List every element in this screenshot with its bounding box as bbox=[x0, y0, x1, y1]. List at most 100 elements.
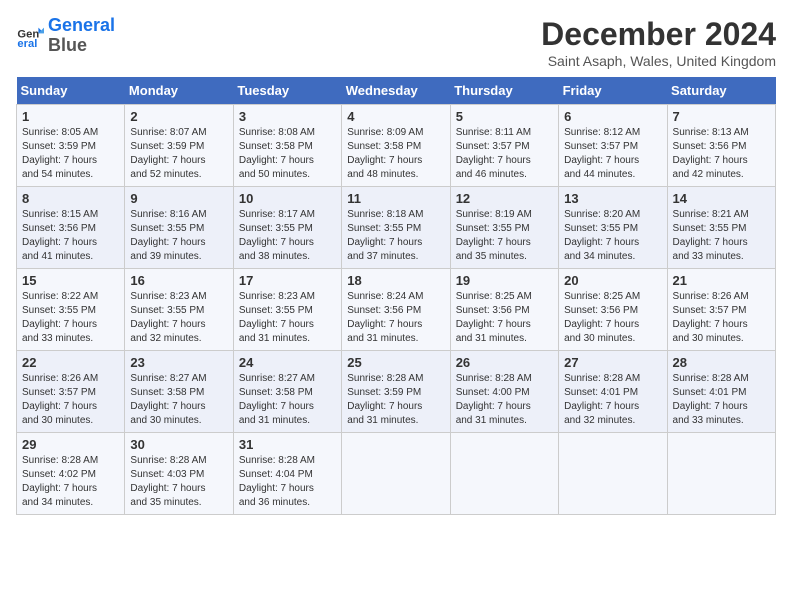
day-info: Sunrise: 8:28 AM Sunset: 4:01 PM Dayligh… bbox=[673, 372, 770, 428]
daylight-label: Daylight: 7 hours bbox=[564, 155, 639, 166]
daylight-label: Daylight: 7 hours bbox=[22, 483, 97, 494]
daylight-minutes: and 30 minutes. bbox=[564, 333, 635, 344]
daylight-minutes: and 33 minutes. bbox=[673, 415, 744, 426]
header-wednesday: Wednesday bbox=[342, 77, 450, 105]
day-info: Sunrise: 8:15 AM Sunset: 3:56 PM Dayligh… bbox=[22, 208, 119, 264]
daylight-minutes: and 34 minutes. bbox=[564, 251, 635, 262]
day-number: 3 bbox=[239, 109, 336, 124]
day-info: Sunrise: 8:05 AM Sunset: 3:59 PM Dayligh… bbox=[22, 126, 119, 182]
calendar-cell: 18 Sunrise: 8:24 AM Sunset: 3:56 PM Dayl… bbox=[342, 269, 450, 351]
sunrise-label: Sunrise: 8:15 AM bbox=[22, 209, 98, 220]
daylight-label: Daylight: 7 hours bbox=[564, 401, 639, 412]
daylight-minutes: and 36 minutes. bbox=[239, 497, 310, 508]
day-number: 6 bbox=[564, 109, 661, 124]
daylight-minutes: and 32 minutes. bbox=[564, 415, 635, 426]
calendar-cell: 12 Sunrise: 8:19 AM Sunset: 3:55 PM Dayl… bbox=[450, 187, 558, 269]
calendar-cell: 5 Sunrise: 8:11 AM Sunset: 3:57 PM Dayli… bbox=[450, 105, 558, 187]
sunrise-label: Sunrise: 8:28 AM bbox=[673, 373, 749, 384]
daylight-label: Daylight: 7 hours bbox=[456, 319, 531, 330]
calendar-cell: 23 Sunrise: 8:27 AM Sunset: 3:58 PM Dayl… bbox=[125, 351, 233, 433]
sunrise-label: Sunrise: 8:23 AM bbox=[130, 291, 206, 302]
calendar-cell: 24 Sunrise: 8:27 AM Sunset: 3:58 PM Dayl… bbox=[233, 351, 341, 433]
day-number: 21 bbox=[673, 273, 770, 288]
day-info: Sunrise: 8:08 AM Sunset: 3:58 PM Dayligh… bbox=[239, 126, 336, 182]
sunset-label: Sunset: 3:55 PM bbox=[130, 305, 204, 316]
sunrise-label: Sunrise: 8:27 AM bbox=[130, 373, 206, 384]
day-info: Sunrise: 8:11 AM Sunset: 3:57 PM Dayligh… bbox=[456, 126, 553, 182]
sunrise-label: Sunrise: 8:07 AM bbox=[130, 127, 206, 138]
day-info: Sunrise: 8:28 AM Sunset: 4:01 PM Dayligh… bbox=[564, 372, 661, 428]
sunrise-label: Sunrise: 8:28 AM bbox=[564, 373, 640, 384]
sunset-label: Sunset: 3:57 PM bbox=[564, 141, 638, 152]
sunset-label: Sunset: 3:57 PM bbox=[456, 141, 530, 152]
sunrise-label: Sunrise: 8:23 AM bbox=[239, 291, 315, 302]
daylight-minutes: and 42 minutes. bbox=[673, 169, 744, 180]
daylight-label: Daylight: 7 hours bbox=[130, 319, 205, 330]
sunset-label: Sunset: 4:00 PM bbox=[456, 387, 530, 398]
daylight-label: Daylight: 7 hours bbox=[673, 155, 748, 166]
sunset-label: Sunset: 3:56 PM bbox=[347, 305, 421, 316]
sunset-label: Sunset: 3:57 PM bbox=[673, 305, 747, 316]
calendar-cell: 28 Sunrise: 8:28 AM Sunset: 4:01 PM Dayl… bbox=[667, 351, 775, 433]
sunset-label: Sunset: 3:55 PM bbox=[564, 223, 638, 234]
daylight-minutes: and 30 minutes. bbox=[130, 415, 201, 426]
subtitle: Saint Asaph, Wales, United Kingdom bbox=[541, 53, 776, 69]
day-number: 22 bbox=[22, 355, 119, 370]
calendar-week-row: 29 Sunrise: 8:28 AM Sunset: 4:02 PM Dayl… bbox=[17, 433, 776, 515]
sunrise-label: Sunrise: 8:11 AM bbox=[456, 127, 531, 138]
sunset-label: Sunset: 4:01 PM bbox=[564, 387, 638, 398]
day-info: Sunrise: 8:17 AM Sunset: 3:55 PM Dayligh… bbox=[239, 208, 336, 264]
sunset-label: Sunset: 3:59 PM bbox=[130, 141, 204, 152]
sunset-label: Sunset: 4:02 PM bbox=[22, 469, 96, 480]
daylight-minutes: and 44 minutes. bbox=[564, 169, 635, 180]
daylight-label: Daylight: 7 hours bbox=[130, 401, 205, 412]
daylight-label: Daylight: 7 hours bbox=[456, 401, 531, 412]
calendar-cell: 1 Sunrise: 8:05 AM Sunset: 3:59 PM Dayli… bbox=[17, 105, 125, 187]
daylight-label: Daylight: 7 hours bbox=[22, 155, 97, 166]
day-info: Sunrise: 8:07 AM Sunset: 3:59 PM Dayligh… bbox=[130, 126, 227, 182]
sunset-label: Sunset: 3:56 PM bbox=[22, 223, 96, 234]
daylight-label: Daylight: 7 hours bbox=[22, 401, 97, 412]
sunrise-label: Sunrise: 8:18 AM bbox=[347, 209, 423, 220]
day-number: 23 bbox=[130, 355, 227, 370]
header-sunday: Sunday bbox=[17, 77, 125, 105]
calendar-cell: 8 Sunrise: 8:15 AM Sunset: 3:56 PM Dayli… bbox=[17, 187, 125, 269]
sunrise-label: Sunrise: 8:21 AM bbox=[673, 209, 749, 220]
logo-icon: Gen eral bbox=[16, 22, 44, 50]
day-number: 19 bbox=[456, 273, 553, 288]
calendar-cell bbox=[667, 433, 775, 515]
sunrise-label: Sunrise: 8:12 AM bbox=[564, 127, 640, 138]
calendar-cell: 10 Sunrise: 8:17 AM Sunset: 3:55 PM Dayl… bbox=[233, 187, 341, 269]
sunset-label: Sunset: 3:56 PM bbox=[673, 141, 747, 152]
day-info: Sunrise: 8:19 AM Sunset: 3:55 PM Dayligh… bbox=[456, 208, 553, 264]
sunset-label: Sunset: 3:56 PM bbox=[564, 305, 638, 316]
sunset-label: Sunset: 3:55 PM bbox=[239, 223, 313, 234]
daylight-label: Daylight: 7 hours bbox=[673, 237, 748, 248]
sunrise-label: Sunrise: 8:28 AM bbox=[130, 455, 206, 466]
sunrise-label: Sunrise: 8:28 AM bbox=[22, 455, 98, 466]
daylight-minutes: and 41 minutes. bbox=[22, 251, 93, 262]
sunrise-label: Sunrise: 8:20 AM bbox=[564, 209, 640, 220]
day-number: 7 bbox=[673, 109, 770, 124]
daylight-minutes: and 32 minutes. bbox=[130, 333, 201, 344]
day-number: 2 bbox=[130, 109, 227, 124]
day-number: 1 bbox=[22, 109, 119, 124]
calendar-cell bbox=[342, 433, 450, 515]
daylight-label: Daylight: 7 hours bbox=[239, 155, 314, 166]
day-info: Sunrise: 8:16 AM Sunset: 3:55 PM Dayligh… bbox=[130, 208, 227, 264]
day-info: Sunrise: 8:28 AM Sunset: 4:04 PM Dayligh… bbox=[239, 454, 336, 510]
daylight-label: Daylight: 7 hours bbox=[456, 237, 531, 248]
sunset-label: Sunset: 3:56 PM bbox=[456, 305, 530, 316]
daylight-label: Daylight: 7 hours bbox=[239, 319, 314, 330]
daylight-label: Daylight: 7 hours bbox=[347, 401, 422, 412]
sunrise-label: Sunrise: 8:05 AM bbox=[22, 127, 98, 138]
sunset-label: Sunset: 3:55 PM bbox=[456, 223, 530, 234]
daylight-label: Daylight: 7 hours bbox=[130, 155, 205, 166]
day-number: 10 bbox=[239, 191, 336, 206]
sunset-label: Sunset: 3:58 PM bbox=[239, 387, 313, 398]
calendar-cell: 25 Sunrise: 8:28 AM Sunset: 3:59 PM Dayl… bbox=[342, 351, 450, 433]
daylight-label: Daylight: 7 hours bbox=[239, 237, 314, 248]
logo: Gen eral GeneralBlue bbox=[16, 16, 115, 56]
sunrise-label: Sunrise: 8:24 AM bbox=[347, 291, 423, 302]
day-number: 26 bbox=[456, 355, 553, 370]
